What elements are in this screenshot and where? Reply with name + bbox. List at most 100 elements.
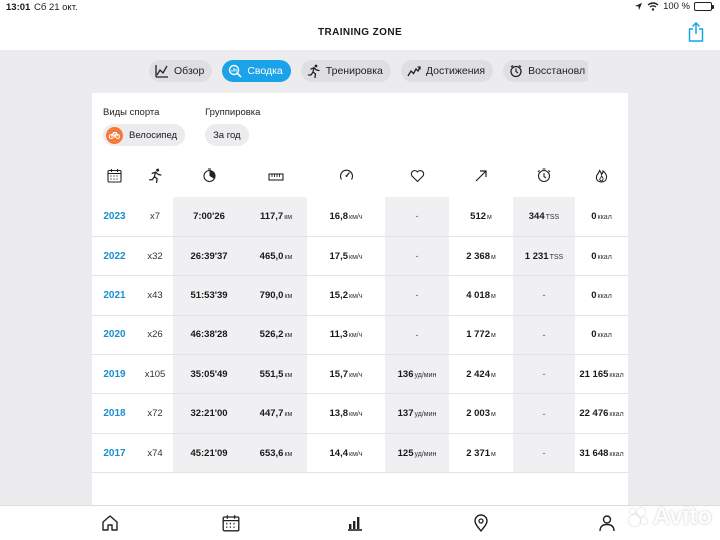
ascent-icon: [475, 169, 487, 181]
cell-value: 137: [397, 408, 414, 420]
header-calories: [575, 159, 628, 197]
avito-watermark: Avito: [627, 503, 712, 531]
trend-icon: [407, 66, 421, 77]
cell-hr: -: [385, 197, 449, 237]
cell-value: 4 018: [466, 289, 490, 301]
cell-value: 2 003: [466, 408, 490, 420]
cell-value: 0: [591, 329, 597, 341]
cell-year[interactable]: 2020: [92, 315, 137, 356]
cell-speed: 16,8км/ч: [307, 197, 385, 237]
app-title: TRAINING ZONE: [317, 27, 403, 38]
tab-summary[interactable]: Сводка: [222, 60, 291, 82]
tab-achievements-label: Достижения: [425, 65, 486, 77]
header-speed: [307, 159, 385, 197]
cell-unit: м: [490, 332, 496, 340]
cell-value: 344: [528, 210, 545, 222]
cell-value: x7: [149, 210, 161, 222]
cell-ascent: 2 003м: [449, 393, 513, 434]
tss-icon: [537, 168, 551, 183]
cell-year[interactable]: 2023: [92, 197, 137, 237]
table-row[interactable]: 2021 x43 51:53'39 790,0км 15,2км/ч -4 018м -0к…: [92, 275, 628, 316]
stats-icon[interactable]: [346, 514, 364, 532]
tab-recovery[interactable]: Восстановл: [503, 60, 588, 82]
cell-year[interactable]: 2017: [92, 433, 137, 474]
cell-value: 1 231: [524, 250, 549, 262]
location-icon[interactable]: [472, 514, 490, 532]
cell-unit: км: [284, 411, 293, 419]
cell-value: 0: [591, 250, 597, 262]
profile-icon[interactable]: [598, 514, 616, 532]
cell-tss: -: [513, 433, 575, 474]
cell-year[interactable]: 2022: [92, 236, 137, 277]
cell-value: 35:05'49: [190, 368, 228, 380]
cell-kcal: 22 476ккал: [575, 393, 628, 434]
grouping-filter-label: Группировка: [205, 107, 261, 118]
cell-distance: 447,7км: [245, 393, 307, 434]
sport-chip-label: Велосипед: [129, 129, 178, 141]
cell-hr: -: [385, 315, 449, 356]
battery-icon: [694, 2, 714, 11]
cell-distance: 790,0км: [245, 275, 307, 316]
cell-value: 32:21'00: [190, 408, 228, 420]
tab-overview[interactable]: Обзор: [149, 60, 213, 82]
cell-unit: км: [284, 253, 293, 261]
cell-unit: ккал: [609, 450, 624, 458]
calendar-icon[interactable]: [222, 514, 240, 532]
cell-duration: 45:21'09: [173, 433, 245, 474]
cell-unit: ккал: [597, 213, 612, 221]
cell-year[interactable]: 2021: [92, 275, 137, 316]
cell-year[interactable]: 2018: [92, 393, 137, 434]
cell-unit: м: [490, 371, 496, 379]
cell-value: 447,7: [259, 408, 284, 420]
sport-chip[interactable]: Велосипед: [103, 124, 186, 146]
avito-text: Avito: [652, 503, 712, 530]
filters: Виды спорта Велосипед Группировка За год: [103, 107, 260, 146]
table-row[interactable]: 2020 x26 46:38'28 526,2км 11,3км/ч -1 772м -0к…: [92, 315, 628, 356]
cell-value: 0: [591, 289, 597, 301]
cell-speed: 15,7км/ч: [307, 354, 385, 395]
cell-ascent: 512м: [449, 197, 513, 237]
cell-value: 136: [397, 368, 414, 380]
cell-value: 1 772: [466, 329, 490, 341]
cell-kcal: 0ккал: [575, 275, 628, 316]
cell-duration: 35:05'49: [173, 354, 245, 395]
cell-value: 15,7: [329, 368, 349, 380]
home-icon[interactable]: [101, 514, 119, 532]
cell-ascent: 2 368м: [449, 236, 513, 277]
cell-speed: 14,4км/ч: [307, 433, 385, 474]
cell-unit: м: [490, 292, 496, 300]
top-bar: 13:01 Сб 21 окт. 100 % TRAINING ZONE: [0, 0, 720, 50]
status-right: 100 %: [634, 1, 714, 12]
bicycle-icon: [106, 126, 123, 144]
table-row[interactable]: 2019 x105 35:05'49 551,5км 15,7км/ч 136уд/мин…: [92, 354, 628, 395]
cell-tss: -: [513, 315, 575, 356]
sport-filter-label: Виды спорта: [103, 107, 160, 118]
calendar-icon: [107, 169, 122, 183]
cell-value: 31 648: [579, 447, 609, 459]
table-row[interactable]: 2022 x32 26:39'37 465,0км 17,5км/ч -2 368м 1 2…: [92, 236, 628, 277]
cell-unit: км/ч: [349, 292, 363, 300]
cell-value: x26: [147, 329, 163, 341]
cell-year[interactable]: 2019: [92, 354, 137, 395]
grouping-chip[interactable]: За год: [205, 124, 249, 146]
wifi-icon: [647, 2, 659, 11]
table-row[interactable]: 2018 x72 32:21'00 447,7км 13,8км/ч 137уд/мин 2…: [92, 393, 628, 434]
table-row[interactable]: 2023 x7 7:00'26 117,7км 16,8км/ч -512м 344TSS 0…: [92, 197, 628, 237]
cell-distance: 551,5км: [245, 354, 307, 395]
table-row[interactable]: 2017 x74 45:21'09 653,6км 14,4км/ч 125уд/мин 2…: [92, 433, 628, 474]
cell-count: x32: [137, 236, 173, 277]
share-icon[interactable]: [688, 22, 704, 42]
cell-value: 2 368: [466, 250, 490, 262]
cell-hr: 136уд/мин: [385, 354, 449, 395]
tab-workout[interactable]: Тренировка: [300, 60, 391, 82]
cell-unit: ккал: [609, 371, 624, 379]
cell-tss: 1 231TSS: [513, 236, 575, 277]
cell-distance: 526,2км: [245, 315, 307, 356]
cell-speed: 15,2км/ч: [307, 275, 385, 316]
tab-overview-label: Обзор: [174, 65, 205, 77]
cell-unit: м: [487, 213, 492, 221]
cell-value: 16,8: [329, 210, 349, 222]
bottom-nav: [0, 505, 720, 540]
tab-achievements[interactable]: Достижения: [400, 60, 494, 82]
chart-icon: [155, 65, 168, 78]
